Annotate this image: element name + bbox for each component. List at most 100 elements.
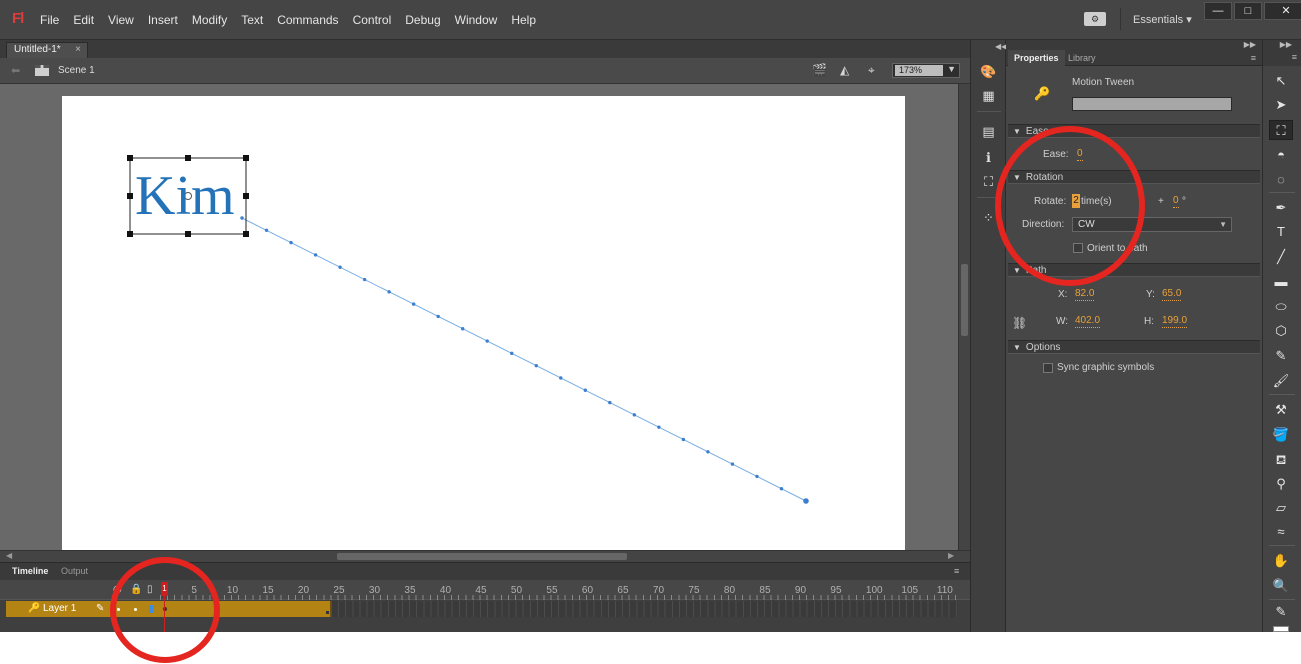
- scroll-thumb[interactable]: [961, 264, 968, 336]
- text-tool-icon[interactable]: T: [1269, 222, 1293, 242]
- panel-menu-icon[interactable]: ≡: [1292, 52, 1297, 62]
- collapse-tools-icon[interactable]: ▶▶: [1280, 40, 1292, 49]
- panel-menu-icon[interactable]: ≡: [954, 566, 959, 576]
- oval-tool-icon[interactable]: ⬭: [1269, 297, 1293, 317]
- section-rotation[interactable]: ▼ Rotation: [1008, 170, 1260, 184]
- menu-window[interactable]: Window: [455, 13, 498, 27]
- swatches-panel-icon[interactable]: ▦: [980, 88, 997, 103]
- w-value[interactable]: 402.0: [1075, 315, 1101, 328]
- edit-scene-icon[interactable]: 🎬: [812, 63, 827, 77]
- section-options[interactable]: ▼ Options: [1008, 340, 1260, 354]
- outline-icon[interactable]: ▯: [147, 584, 153, 595]
- menu-modify[interactable]: Modify: [192, 13, 227, 27]
- rotate-count-value[interactable]: 2: [1072, 194, 1080, 208]
- fill-color-swatch[interactable]: [1273, 626, 1289, 632]
- sync-settings-icon[interactable]: ⚙: [1084, 12, 1106, 26]
- y-value[interactable]: 65.0: [1162, 288, 1182, 301]
- motion-tween-span[interactable]: [160, 601, 331, 617]
- zoom-tool-icon[interactable]: 🔍: [1269, 576, 1293, 596]
- back-arrow-icon[interactable]: ⬅: [11, 64, 20, 77]
- zoom-select[interactable]: 173% ▼: [892, 63, 960, 78]
- brush-tool-icon[interactable]: 🖌: [1269, 371, 1293, 391]
- scroll-left-icon[interactable]: ◀: [6, 551, 12, 560]
- menu-insert[interactable]: Insert: [148, 13, 178, 27]
- lock-dot[interactable]: [134, 608, 137, 611]
- transform-handle[interactable]: [243, 231, 249, 237]
- collapse-panel-icon[interactable]: ▶▶: [1244, 40, 1256, 49]
- hand-tool-icon[interactable]: ✋: [1269, 551, 1293, 571]
- color-panel-icon[interactable]: 🎨: [980, 64, 997, 79]
- horizontal-scrollbar[interactable]: ◀ ▶: [0, 550, 970, 562]
- sync-graphic-symbols-checkbox[interactable]: [1043, 363, 1053, 373]
- motion-path-line[interactable]: [241, 217, 807, 502]
- pasteboard[interactable]: Kim: [0, 84, 958, 550]
- stage[interactable]: Kim: [62, 96, 905, 550]
- ease-value[interactable]: 0: [1077, 148, 1083, 161]
- eraser-tool-icon[interactable]: ▱: [1269, 498, 1293, 518]
- transform-handle[interactable]: [185, 231, 191, 237]
- info-panel-icon[interactable]: ℹ: [980, 150, 997, 165]
- h-value[interactable]: 199.0: [1162, 315, 1188, 328]
- menu-control[interactable]: Control: [353, 13, 392, 27]
- section-ease[interactable]: ▼ Ease: [1008, 124, 1260, 138]
- tab-library[interactable]: Library: [1068, 50, 1096, 66]
- 3d-rotation-tool-icon[interactable]: ◓: [1269, 145, 1293, 165]
- menu-view[interactable]: View: [108, 13, 134, 27]
- pencil-tool-icon[interactable]: ✎: [1269, 346, 1293, 366]
- menu-debug[interactable]: Debug: [405, 13, 440, 27]
- panel-menu-icon[interactable]: ≡: [1251, 50, 1256, 66]
- lasso-tool-icon[interactable]: ◌: [1269, 170, 1293, 190]
- free-transform-tool-icon[interactable]: ⛶: [1269, 120, 1293, 140]
- rotate-degrees-value[interactable]: 0: [1173, 195, 1179, 208]
- scene-label[interactable]: Scene 1: [58, 65, 95, 76]
- center-stage-icon[interactable]: ⌖: [868, 63, 875, 78]
- scroll-thumb[interactable]: [337, 553, 627, 560]
- vertical-scrollbar[interactable]: [958, 84, 970, 550]
- subselection-tool-icon[interactable]: ➤: [1269, 95, 1293, 115]
- menu-commands[interactable]: Commands: [277, 13, 338, 27]
- empty-frames[interactable]: [331, 601, 958, 617]
- section-path[interactable]: ▼ Path: [1008, 263, 1260, 277]
- bone-tool-icon[interactable]: ⚒: [1269, 400, 1293, 420]
- tab-timeline[interactable]: Timeline: [12, 566, 48, 576]
- close-tab-icon[interactable]: ×: [75, 43, 81, 57]
- workspace-switcher[interactable]: Essentials ▾: [1133, 13, 1192, 26]
- eyedropper-tool-icon[interactable]: ⚲: [1269, 474, 1293, 494]
- transform-handle[interactable]: [243, 193, 249, 199]
- x-value[interactable]: 82.0: [1075, 288, 1095, 301]
- edit-symbols-icon[interactable]: ◭: [840, 63, 849, 77]
- close-button[interactable]: ✕: [1264, 2, 1301, 20]
- instance-name-input[interactable]: [1072, 97, 1232, 111]
- align-panel-icon[interactable]: ▤: [980, 124, 997, 139]
- rectangle-tool-icon[interactable]: ▬: [1269, 272, 1293, 292]
- stroke-color-icon[interactable]: ✎: [1269, 602, 1293, 622]
- playhead[interactable]: 1: [161, 580, 168, 632]
- pen-tool-icon[interactable]: ✒: [1269, 198, 1293, 218]
- transform-handle[interactable]: [127, 231, 133, 237]
- transform-handle[interactable]: [243, 155, 249, 161]
- visibility-dot[interactable]: [117, 608, 120, 611]
- tab-properties[interactable]: Properties: [1008, 50, 1065, 66]
- document-tab[interactable]: Untitled-1* ×: [6, 42, 88, 58]
- menu-edit[interactable]: Edit: [73, 13, 94, 27]
- width-tool-icon[interactable]: ≈: [1269, 522, 1293, 542]
- tab-output[interactable]: Output: [61, 566, 88, 576]
- polystar-tool-icon[interactable]: ⬡: [1269, 321, 1293, 341]
- transform-handle[interactable]: [185, 155, 191, 161]
- playhead-frame[interactable]: 1: [161, 582, 168, 596]
- direction-select[interactable]: CW ▼: [1072, 217, 1232, 232]
- lock-icon[interactable]: 🔒: [130, 584, 142, 595]
- link-dimensions-icon[interactable]: ⛓: [1012, 316, 1027, 330]
- paint-bucket-tool-icon[interactable]: 🪣: [1269, 425, 1293, 445]
- orient-to-path-checkbox[interactable]: [1073, 243, 1083, 253]
- menu-help[interactable]: Help: [511, 13, 536, 27]
- selection-tool-icon[interactable]: ↖: [1269, 71, 1293, 91]
- transform-panel-icon[interactable]: ⛶: [980, 174, 997, 189]
- transform-handle[interactable]: [127, 193, 133, 199]
- motion-presets-icon[interactable]: ⁘: [980, 210, 997, 225]
- maximize-button[interactable]: □: [1234, 2, 1262, 20]
- layer-row[interactable]: 🔑 Layer 1 ✎: [6, 601, 958, 617]
- transform-handle[interactable]: [127, 155, 133, 161]
- stage-text-object[interactable]: Kim: [135, 166, 235, 226]
- line-tool-icon[interactable]: ╱: [1269, 247, 1293, 267]
